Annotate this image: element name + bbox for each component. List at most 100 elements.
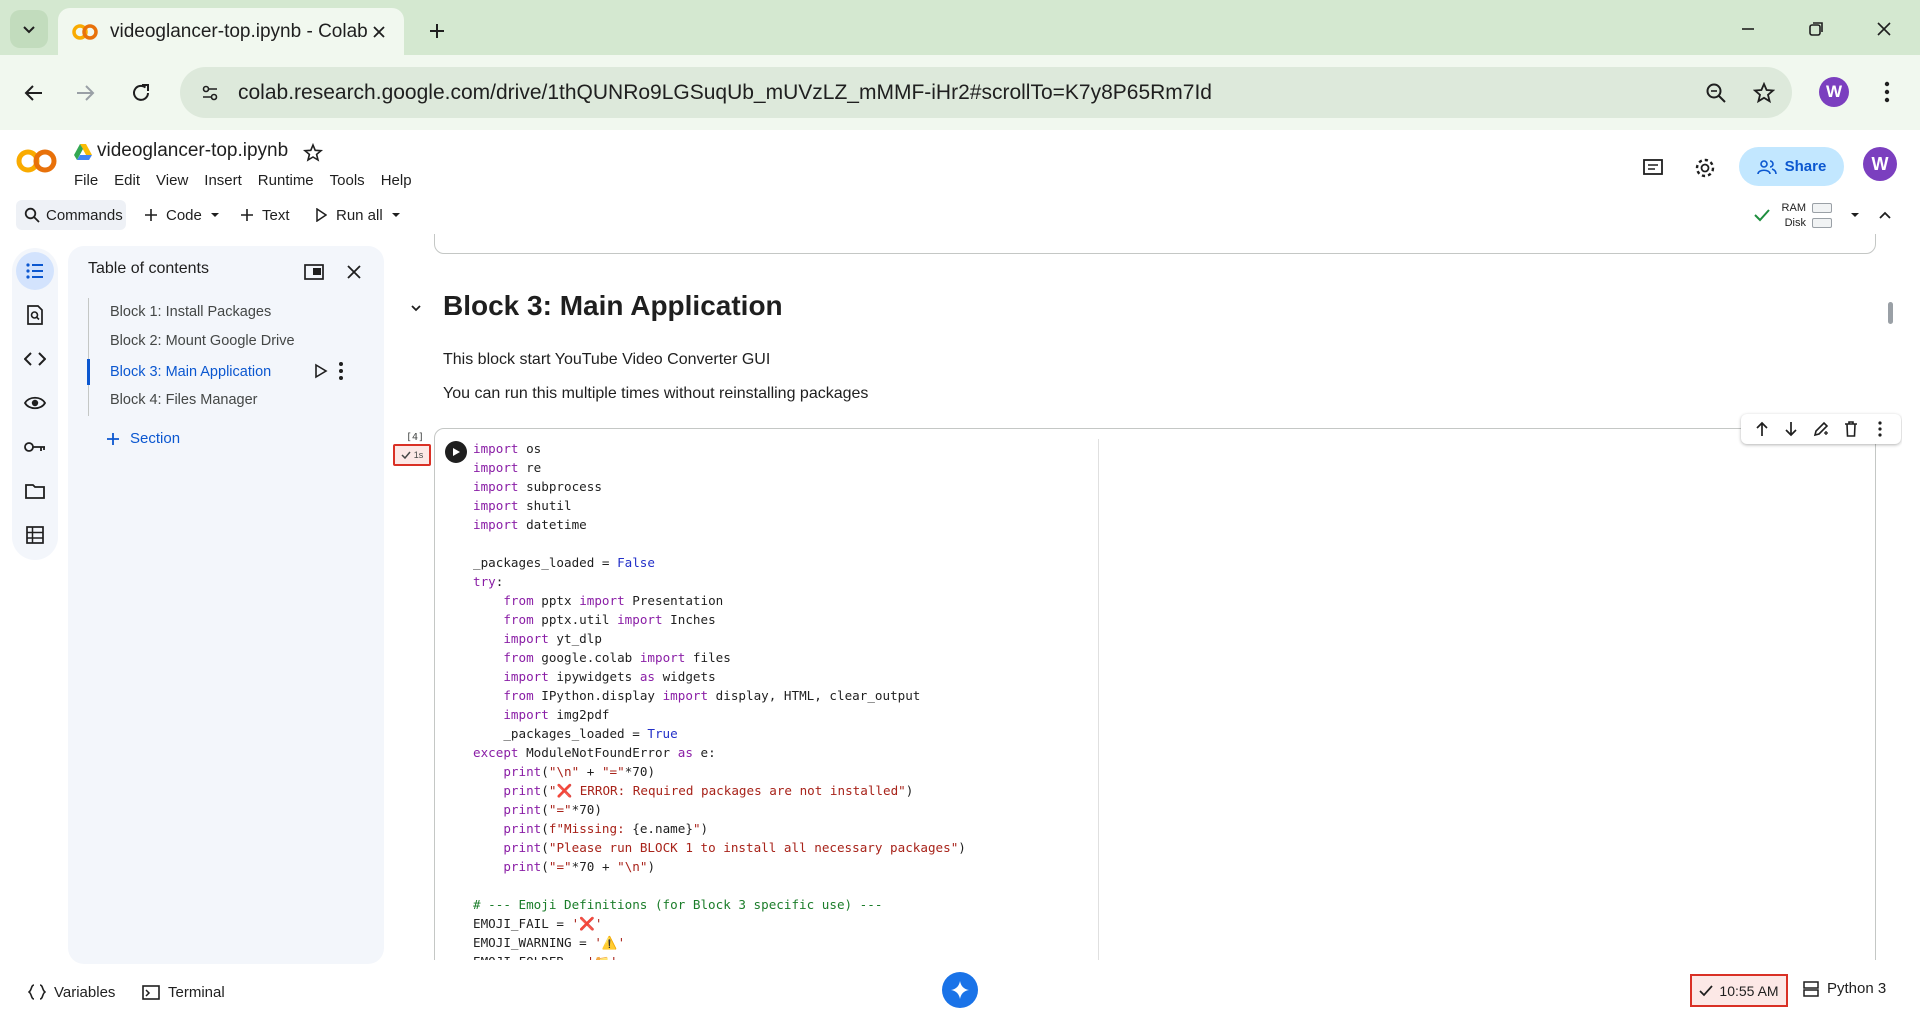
menu-insert[interactable]: Insert bbox=[204, 172, 250, 189]
toc-item-block-2[interactable]: Block 2: Mount Google Drive bbox=[110, 329, 295, 353]
collapse-header-chevron-icon[interactable] bbox=[1878, 200, 1892, 230]
collapse-section-chevron-icon[interactable] bbox=[405, 297, 427, 319]
toc-tree-line bbox=[88, 298, 89, 416]
markdown-paragraph: This block start YouTube Video Converter… bbox=[443, 351, 771, 368]
colab-logo-icon[interactable] bbox=[16, 148, 58, 174]
zoom-magnifier-icon[interactable] bbox=[1696, 73, 1736, 113]
run-cell-play-icon[interactable] bbox=[445, 441, 467, 463]
more-actions-kebab-icon[interactable] bbox=[1868, 417, 1892, 441]
add-code-cell-button[interactable]: Code bbox=[142, 200, 202, 230]
execution-time: 10:55 AM bbox=[1719, 982, 1779, 999]
run-all-button[interactable]: Run all bbox=[312, 200, 383, 230]
status-bar: Variables Terminal 10:55 AM Python 3 bbox=[0, 972, 1920, 1009]
execution-duration: 1s bbox=[413, 450, 424, 460]
code-cell[interactable]: import os import re import subprocess impor… bbox=[434, 414, 1901, 960]
code-dropdown-arrow-icon[interactable] bbox=[210, 200, 220, 230]
close-window-icon[interactable] bbox=[1862, 12, 1906, 46]
menu-view[interactable]: View bbox=[156, 172, 196, 189]
previous-cell[interactable] bbox=[434, 234, 1876, 254]
move-cell-up-icon[interactable] bbox=[1750, 417, 1774, 441]
toc-item-block-3[interactable]: Block 3: Main Application bbox=[110, 360, 271, 384]
execution-time-status[interactable]: 10:55 AM bbox=[1690, 974, 1788, 1007]
section-more-kebab-icon[interactable] bbox=[338, 359, 344, 383]
reload-icon[interactable] bbox=[121, 73, 161, 113]
browser-tab-strip: videoglancer-top.ipynb - Colab bbox=[0, 0, 1920, 55]
notebook-scrollbar[interactable] bbox=[1888, 302, 1893, 324]
cell-toolbar bbox=[1741, 414, 1901, 444]
files-folder-icon[interactable] bbox=[16, 472, 54, 510]
code-snippets-icon[interactable] bbox=[16, 340, 54, 378]
restore-window-icon[interactable] bbox=[1794, 12, 1838, 46]
bookmark-star-icon[interactable] bbox=[1744, 73, 1784, 113]
plus-icon bbox=[238, 206, 256, 224]
table-of-contents-icon[interactable] bbox=[16, 252, 54, 290]
browser-profile-avatar[interactable]: W bbox=[1819, 77, 1849, 107]
add-section-button[interactable]: Section bbox=[106, 430, 180, 447]
tab-close-icon[interactable] bbox=[368, 21, 390, 43]
forward-arrow-icon[interactable] bbox=[65, 73, 105, 113]
colab-header: videoglancer-top.ipynb File Edit View In… bbox=[0, 130, 1920, 196]
close-panel-icon[interactable] bbox=[340, 258, 368, 286]
code-label: Code bbox=[166, 206, 202, 224]
menu-file[interactable]: File bbox=[74, 172, 106, 189]
delete-trash-icon[interactable] bbox=[1839, 417, 1863, 441]
share-button[interactable]: Share bbox=[1739, 147, 1844, 186]
add-text-cell-button[interactable]: Text bbox=[238, 200, 290, 230]
commands-button[interactable]: Commands bbox=[16, 200, 126, 230]
menu-help[interactable]: Help bbox=[381, 172, 420, 189]
share-label: Share bbox=[1784, 158, 1827, 175]
minimize-window-icon[interactable] bbox=[1726, 12, 1770, 46]
comments-icon[interactable] bbox=[1637, 152, 1669, 184]
resource-monitor[interactable]: RAM Disk bbox=[1752, 200, 1832, 232]
play-outline-icon bbox=[312, 206, 330, 224]
code-line: EMOJI_WARNING = '⚠️' bbox=[473, 935, 626, 950]
notebook-title[interactable]: videoglancer-top.ipynb bbox=[97, 140, 288, 162]
code-line: print("❌ ERROR: Required packages are no… bbox=[503, 783, 914, 798]
runtime-dropdown-arrow-icon[interactable] bbox=[1850, 200, 1860, 230]
move-cell-down-icon[interactable] bbox=[1779, 417, 1803, 441]
menu-runtime[interactable]: Runtime bbox=[258, 172, 322, 189]
code-line: except ModuleNotFoundError as e: bbox=[473, 745, 716, 760]
notebook-toolbar: Commands Code Text Run all RAM Disk bbox=[0, 196, 1920, 234]
tab-search-chevron-icon[interactable] bbox=[10, 10, 48, 48]
code-line: from IPython.display import display, HTM… bbox=[503, 688, 921, 703]
code-line: # --- Emoji Definitions (for Block 3 spe… bbox=[473, 897, 883, 912]
code-line: print(f"Missing: {e.name}") bbox=[503, 821, 709, 836]
code-line: _packages_loaded = True bbox=[473, 726, 678, 741]
execution-status-badge[interactable]: 1s bbox=[393, 444, 431, 466]
secrets-key-icon[interactable] bbox=[16, 428, 54, 466]
code-editor[interactable]: import os import re import subprocess impor… bbox=[473, 439, 966, 960]
browser-menu-kebab-icon[interactable] bbox=[1872, 75, 1902, 109]
run-all-dropdown-arrow-icon[interactable] bbox=[391, 200, 401, 230]
settings-gear-icon[interactable] bbox=[1689, 152, 1721, 184]
menu-tools[interactable]: Tools bbox=[330, 172, 373, 189]
code-line: from pptx.util import Inches bbox=[503, 612, 716, 627]
site-info-icon[interactable] bbox=[192, 75, 228, 111]
variables-label: Variables bbox=[54, 983, 116, 1001]
browser-tab[interactable]: videoglancer-top.ipynb - Colab bbox=[58, 8, 404, 55]
variables-inspector-icon[interactable] bbox=[16, 384, 54, 422]
edit-pen-icon[interactable] bbox=[1809, 417, 1833, 441]
user-avatar[interactable]: W bbox=[1863, 147, 1897, 181]
toc-item-block-4[interactable]: Block 4: Files Manager bbox=[110, 388, 257, 412]
code-line: import img2pdf bbox=[503, 707, 610, 722]
ram-label: RAM bbox=[1781, 201, 1806, 214]
section-heading: Block 3: Main Application bbox=[443, 290, 783, 321]
find-in-notebook-icon[interactable] bbox=[16, 296, 54, 334]
kernel-status[interactable]: Python 3 bbox=[1803, 980, 1886, 997]
variables-button[interactable]: Variables bbox=[28, 980, 115, 1004]
menu-edit[interactable]: Edit bbox=[114, 172, 148, 189]
url-text[interactable]: colab.research.google.com/drive/1thQUNRo… bbox=[238, 81, 1696, 105]
star-notebook-icon[interactable] bbox=[302, 142, 324, 164]
address-bar[interactable]: colab.research.google.com/drive/1thQUNRo… bbox=[180, 67, 1792, 118]
data-table-icon[interactable] bbox=[16, 516, 54, 554]
back-arrow-icon[interactable] bbox=[14, 73, 54, 113]
open-in-tab-icon[interactable] bbox=[300, 258, 328, 286]
terminal-button[interactable]: Terminal bbox=[142, 980, 225, 1004]
run-section-play-icon[interactable] bbox=[314, 359, 328, 383]
notebook-area: Block 3: Main Application This block sta… bbox=[392, 234, 1902, 960]
toc-item-block-1[interactable]: Block 1: Install Packages bbox=[110, 300, 271, 324]
gemini-sparkle-icon[interactable] bbox=[942, 972, 978, 1008]
new-tab-plus-icon[interactable] bbox=[422, 16, 452, 46]
